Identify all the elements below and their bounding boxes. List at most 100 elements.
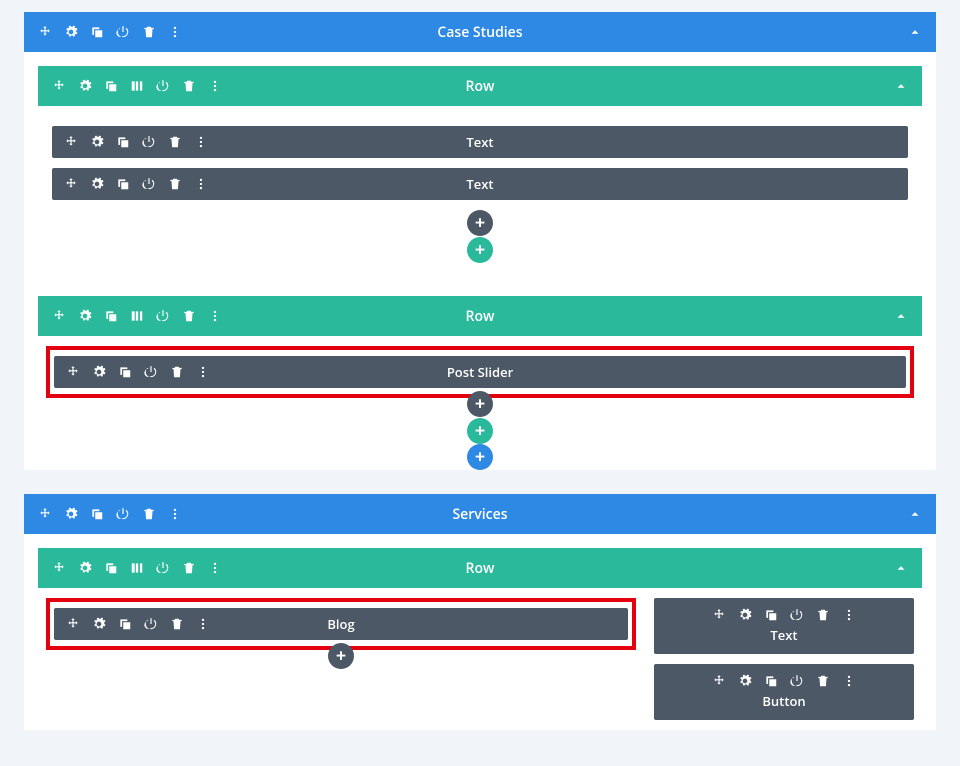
settings-icon[interactable] <box>738 674 752 688</box>
module-button[interactable]: Button <box>654 664 914 720</box>
trash-icon[interactable] <box>168 135 182 149</box>
duplicate-icon[interactable] <box>116 177 130 191</box>
module-text[interactable]: Text <box>52 126 908 158</box>
collapse-icon[interactable] <box>894 79 908 93</box>
move-icon[interactable] <box>52 309 66 323</box>
duplicate-icon[interactable] <box>764 674 778 688</box>
duplicate-icon[interactable] <box>764 608 778 622</box>
move-icon[interactable] <box>52 561 66 575</box>
duplicate-icon[interactable] <box>104 561 118 575</box>
row-header[interactable]: Row <box>38 66 922 106</box>
trash-icon[interactable] <box>142 507 156 521</box>
row: Row <box>38 548 922 730</box>
power-icon[interactable] <box>144 365 158 379</box>
section-header[interactable]: Case Studies <box>24 12 936 52</box>
more-icon[interactable] <box>168 25 182 39</box>
module-toolbar <box>64 177 208 191</box>
power-icon[interactable] <box>144 617 158 631</box>
power-icon[interactable] <box>116 507 130 521</box>
power-icon[interactable] <box>790 674 804 688</box>
more-icon[interactable] <box>208 561 222 575</box>
power-icon[interactable] <box>156 561 170 575</box>
move-icon[interactable] <box>66 365 80 379</box>
power-icon[interactable] <box>142 135 156 149</box>
collapse-icon[interactable] <box>894 561 908 575</box>
columns-icon[interactable] <box>130 79 144 93</box>
module-toolbar <box>712 674 856 688</box>
more-icon[interactable] <box>196 365 210 379</box>
duplicate-icon[interactable] <box>90 507 104 521</box>
power-icon[interactable] <box>156 309 170 323</box>
power-icon[interactable] <box>156 79 170 93</box>
trash-icon[interactable] <box>168 177 182 191</box>
module-post-slider[interactable]: Post Slider <box>54 356 906 388</box>
trash-icon[interactable] <box>816 608 830 622</box>
module-toolbar <box>66 617 210 631</box>
duplicate-icon[interactable] <box>104 309 118 323</box>
columns-icon[interactable] <box>130 309 144 323</box>
trash-icon[interactable] <box>182 309 196 323</box>
module-blog[interactable]: Blog <box>54 608 628 640</box>
trash-icon[interactable] <box>142 25 156 39</box>
module-title: Button <box>762 692 805 710</box>
add-section-button[interactable]: + <box>467 444 493 470</box>
power-icon[interactable] <box>116 25 130 39</box>
move-icon[interactable] <box>38 25 52 39</box>
columns-icon[interactable] <box>130 561 144 575</box>
row-header[interactable]: Row <box>38 548 922 588</box>
settings-icon[interactable] <box>90 177 104 191</box>
collapse-icon[interactable] <box>908 507 922 521</box>
duplicate-icon[interactable] <box>90 25 104 39</box>
trash-icon[interactable] <box>170 365 184 379</box>
add-module-button[interactable]: + <box>328 643 354 669</box>
settings-icon[interactable] <box>64 507 78 521</box>
move-icon[interactable] <box>712 608 726 622</box>
power-icon[interactable] <box>790 608 804 622</box>
settings-icon[interactable] <box>92 617 106 631</box>
module-text[interactable]: Text <box>52 168 908 200</box>
add-module-button[interactable]: + <box>467 391 493 417</box>
move-icon[interactable] <box>712 674 726 688</box>
more-icon[interactable] <box>194 177 208 191</box>
section-toolbar <box>38 25 182 39</box>
module-text[interactable]: Text <box>654 598 914 654</box>
move-icon[interactable] <box>66 617 80 631</box>
add-row-button[interactable]: + <box>467 237 493 263</box>
settings-icon[interactable] <box>92 365 106 379</box>
settings-icon[interactable] <box>738 608 752 622</box>
trash-icon[interactable] <box>182 561 196 575</box>
move-icon[interactable] <box>64 135 78 149</box>
duplicate-icon[interactable] <box>118 365 132 379</box>
settings-icon[interactable] <box>78 79 92 93</box>
trash-icon[interactable] <box>816 674 830 688</box>
settings-icon[interactable] <box>90 135 104 149</box>
more-icon[interactable] <box>196 617 210 631</box>
more-icon[interactable] <box>168 507 182 521</box>
power-icon[interactable] <box>142 177 156 191</box>
settings-icon[interactable] <box>78 561 92 575</box>
row: Row Text <box>38 66 922 276</box>
collapse-icon[interactable] <box>894 309 908 323</box>
trash-icon[interactable] <box>182 79 196 93</box>
add-module-button[interactable]: + <box>467 210 493 236</box>
settings-icon[interactable] <box>64 25 78 39</box>
collapse-icon[interactable] <box>908 25 922 39</box>
trash-icon[interactable] <box>170 617 184 631</box>
duplicate-icon[interactable] <box>118 617 132 631</box>
move-icon[interactable] <box>38 507 52 521</box>
move-icon[interactable] <box>52 79 66 93</box>
section-header[interactable]: Services <box>24 494 936 534</box>
more-icon[interactable] <box>208 309 222 323</box>
duplicate-icon[interactable] <box>116 135 130 149</box>
more-icon[interactable] <box>842 608 856 622</box>
row-header[interactable]: Row <box>38 296 922 336</box>
more-icon[interactable] <box>194 135 208 149</box>
add-row-button[interactable]: + <box>467 418 493 444</box>
more-icon[interactable] <box>208 79 222 93</box>
section-body: Row <box>24 534 936 730</box>
row-body: Text Text + <box>38 106 922 250</box>
settings-icon[interactable] <box>78 309 92 323</box>
more-icon[interactable] <box>842 674 856 688</box>
move-icon[interactable] <box>64 177 78 191</box>
duplicate-icon[interactable] <box>104 79 118 93</box>
